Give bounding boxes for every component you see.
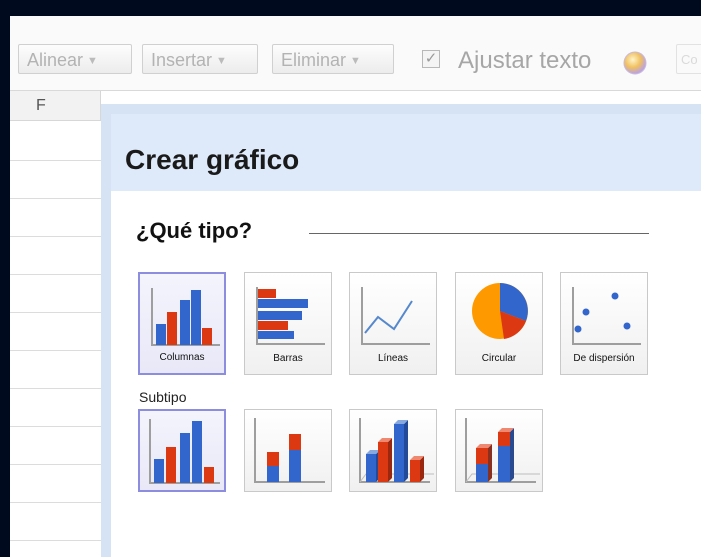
3d-stacked-column-icon [465,418,540,483]
dialog-body: Crear gráfico ¿Qué tipo? Columnas Barras… [111,114,701,557]
chart-type-bars[interactable]: Barras [244,272,332,375]
row-divider [10,350,101,351]
wrap-text-label[interactable]: Ajustar texto [458,46,591,76]
subtype-stacked-column[interactable] [244,409,332,492]
spreadsheet-window: Alinear ▼ Insertar ▼ Eliminar ▼ ✓ Ajustar t… [10,16,701,557]
dialog-title: Crear gráfico [125,144,300,175]
align-button-label: Alinear [27,50,84,70]
row-divider [10,236,101,237]
chart-type-label: De dispersión [573,353,635,364]
dialog-header: Crear gráfico [111,114,701,191]
chart-type-pie[interactable]: Circular [455,272,543,375]
delete-button-label: Eliminar [281,50,347,70]
chart-type-scatter[interactable]: De dispersión [560,272,648,375]
row-divider [10,426,101,427]
color-palette-icon[interactable] [622,50,648,76]
check-icon: ✓ [424,50,438,67]
delete-button[interactable]: Eliminar ▼ [272,44,394,74]
align-button[interactable]: Alinear ▼ [18,44,132,74]
chevron-down-icon: ▼ [216,55,227,68]
heading-divider [309,233,649,234]
clustered-column-icon [149,419,220,484]
row-divider [10,312,101,313]
stacked-column-icon [254,418,325,483]
wrap-text-checkbox[interactable]: ✓ [422,50,440,68]
chart-type-label: Barras [273,353,303,364]
column-header-f[interactable]: F [10,91,101,121]
chart-type-label: Circular [481,353,517,364]
row-divider [10,388,101,389]
row-divider [10,540,101,541]
chart-type-label: Líneas [377,353,409,364]
subtype-3d-clustered-column[interactable] [349,409,437,492]
subtype-clustered-column[interactable] [138,409,226,492]
row-divider [10,160,101,161]
subtype-3d-stacked-column[interactable] [455,409,543,492]
row-divider [10,198,101,199]
toolbar: Alinear ▼ Insertar ▼ Eliminar ▼ ✓ Ajustar t… [10,16,701,91]
column-letter: F [36,97,46,114]
chart-type-label: Columnas [159,352,205,363]
chart-type-heading: ¿Qué tipo? [136,218,253,243]
row-divider [10,274,101,275]
insert-button-label: Insertar [151,50,213,70]
create-chart-dialog: Crear gráfico ¿Qué tipo? Columnas Barras… [101,104,701,557]
insert-button[interactable]: Insertar ▼ [142,44,258,74]
chart-type-columns[interactable]: Columnas [138,272,226,375]
chevron-down-icon: ▼ [350,55,361,68]
truncated-toolbar-button[interactable]: Co [676,44,701,74]
row-divider [10,464,101,465]
chart-type-lines[interactable]: Líneas [349,272,437,375]
subtype-label: Subtipo [139,389,187,405]
truncated-button-label: Co [681,52,698,67]
row-divider [10,502,101,503]
3d-clustered-column-icon [359,418,434,483]
chevron-down-icon: ▼ [87,55,98,68]
